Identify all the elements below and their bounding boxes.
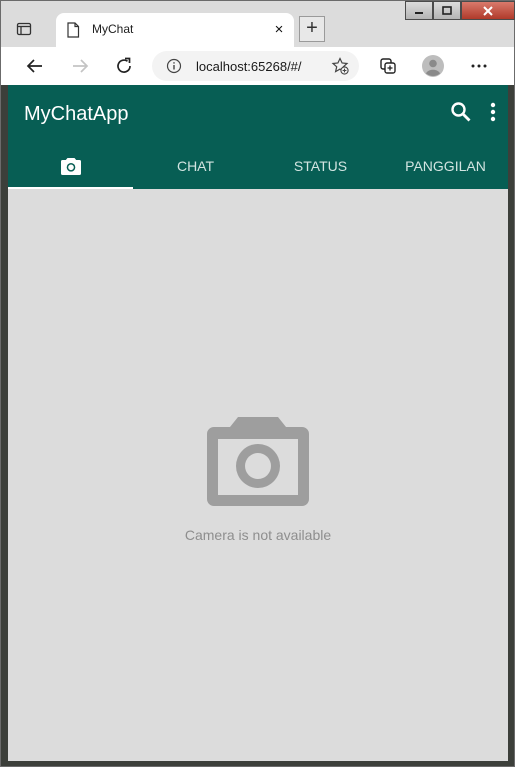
new-tab-button[interactable]: + <box>299 16 325 42</box>
browser-window: MyChat × + localhost:65268/#/ MyChatApp … <box>0 0 515 767</box>
search-button[interactable] <box>450 101 472 128</box>
app-title: MyChatApp <box>24 103 129 125</box>
back-arrow-icon <box>26 59 42 73</box>
tab-calls[interactable]: PANGGILAN <box>383 143 508 189</box>
minimize-button[interactable] <box>405 1 433 20</box>
app-bar: MyChatApp CHAT STATUS PANGGILAN <box>8 85 508 189</box>
address-bar[interactable]: localhost:65268/#/ <box>152 51 359 81</box>
collections-icon <box>380 58 396 74</box>
camera-unavailable-message: Camera is not available <box>184 527 332 543</box>
camera-unavailable-icon <box>207 417 309 506</box>
camera-icon <box>60 158 81 175</box>
back-button[interactable] <box>23 54 47 78</box>
forward-button[interactable] <box>68 54 92 78</box>
tab-chat[interactable]: CHAT <box>133 143 258 189</box>
close-icon <box>483 5 493 16</box>
maximize-icon <box>442 5 452 15</box>
overflow-menu-button[interactable] <box>489 101 497 128</box>
collections-button[interactable] <box>376 54 400 78</box>
address-url: localhost:65268/#/ <box>196 59 302 74</box>
tab-actions-button[interactable] <box>9 15 39 43</box>
avatar-icon <box>422 55 444 77</box>
tab-strip: MyChat × + <box>1 1 515 47</box>
minimize-icon <box>415 11 423 14</box>
more-vert-icon <box>490 102 496 122</box>
page-icon <box>67 22 80 38</box>
tab-actions-icon <box>16 22 32 36</box>
reload-button[interactable] <box>112 54 136 78</box>
maximize-button[interactable] <box>433 1 461 20</box>
favorite-add-icon[interactable] <box>331 57 349 75</box>
more-horizontal-icon <box>471 64 487 68</box>
tab-title: MyChat <box>92 22 134 36</box>
tab-close-button[interactable]: × <box>270 21 288 39</box>
browser-toolbar: localhost:65268/#/ <box>1 47 514 85</box>
app-tabs: CHAT STATUS PANGGILAN <box>8 143 508 189</box>
forward-arrow-icon <box>73 59 89 73</box>
window-controls <box>405 1 515 21</box>
reload-icon <box>117 57 131 73</box>
camera-page: Camera is not available <box>8 189 508 761</box>
browser-tab[interactable]: MyChat × <box>56 13 294 47</box>
search-icon <box>451 102 471 122</box>
window-close-button[interactable] <box>461 1 515 20</box>
tab-camera[interactable] <box>8 143 133 189</box>
browser-menu-button[interactable] <box>467 54 491 78</box>
profile-button[interactable] <box>421 54 445 78</box>
tab-status[interactable]: STATUS <box>258 143 383 189</box>
info-icon[interactable] <box>166 58 182 74</box>
